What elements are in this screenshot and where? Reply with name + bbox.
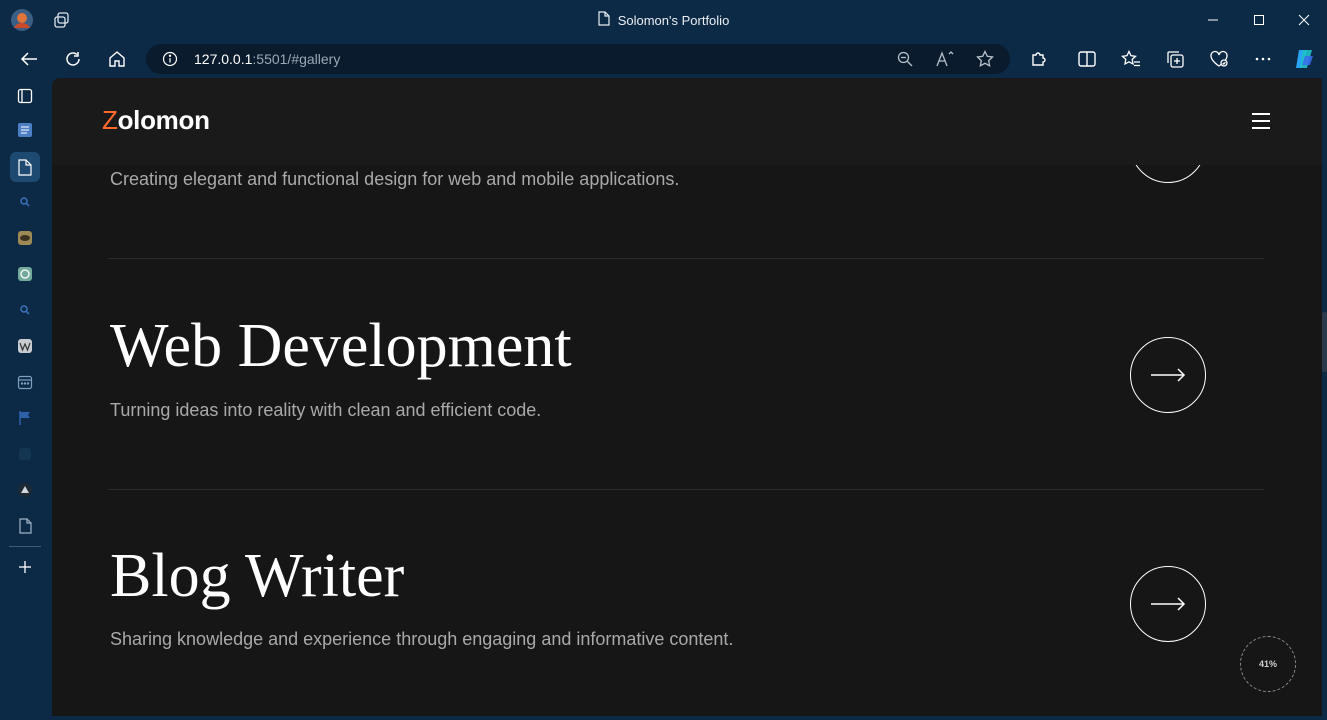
site-header: Zolomon	[52, 78, 1322, 165]
collections-icon[interactable]	[1162, 46, 1188, 72]
minimize-button[interactable]	[1190, 0, 1236, 40]
service-title: Blog Writer	[110, 542, 405, 610]
document-icon[interactable]	[12, 513, 38, 539]
zoom-out-icon[interactable]	[896, 50, 914, 68]
home-icon[interactable]	[104, 46, 130, 72]
sidebar-divider	[9, 546, 41, 547]
url-host: 127.0.0.1	[194, 51, 253, 67]
service-description: Sharing knowledge and experience through…	[110, 629, 734, 649]
add-icon[interactable]	[12, 554, 38, 580]
profile-avatar-icon[interactable]	[10, 8, 34, 32]
menu-icon[interactable]	[1252, 113, 1270, 129]
info-icon[interactable]	[162, 51, 178, 67]
copilot-icon[interactable]	[1292, 46, 1318, 72]
service-arrow-button[interactable]	[1130, 566, 1206, 642]
more-icon[interactable]	[1250, 46, 1276, 72]
flag-icon[interactable]	[12, 405, 38, 431]
app-icon[interactable]	[12, 225, 38, 251]
split-screen-icon[interactable]	[1074, 46, 1100, 72]
service-description: Turning ideas into reality with clean an…	[110, 400, 542, 420]
read-aloud-icon[interactable]	[936, 50, 954, 68]
scroll-progress-indicator[interactable]: 41%	[1240, 636, 1296, 692]
page-viewport: Zolomon Creating elegant and functional …	[52, 78, 1322, 716]
url-path: :5501/#gallery	[252, 51, 341, 67]
service-description: Creating elegant and functional design f…	[110, 169, 680, 189]
chatgpt-icon[interactable]	[12, 261, 38, 287]
logo-text: olomon	[117, 105, 210, 135]
address-bar[interactable]: 127.0.0.1:5501/#gallery	[146, 44, 1010, 74]
tab-actions-icon[interactable]	[12, 83, 38, 109]
window-title: Solomon's Portfolio	[617, 12, 730, 28]
site-logo[interactable]: Zolomon	[102, 105, 210, 136]
browser-sidebar	[0, 78, 52, 720]
title-bar: Solomon's Portfolio	[0, 0, 1327, 40]
favorite-star-icon[interactable]	[976, 50, 994, 68]
workspaces-icon[interactable]	[52, 10, 72, 30]
reading-list-icon[interactable]	[12, 117, 38, 143]
service-divider	[108, 258, 1264, 259]
search-icon[interactable]	[12, 297, 38, 323]
document-icon	[598, 11, 610, 29]
extensions-icon[interactable]	[1026, 46, 1052, 72]
scroll-progress-label: 41%	[1258, 659, 1277, 669]
drive-icon[interactable]	[12, 477, 38, 503]
maximize-button[interactable]	[1236, 0, 1282, 40]
page-icon[interactable]	[10, 152, 40, 182]
service-arrow-button[interactable]	[1130, 337, 1206, 413]
app-icon[interactable]	[12, 441, 38, 467]
wikipedia-icon[interactable]	[12, 333, 38, 359]
url-text[interactable]: 127.0.0.1:5501/#gallery	[194, 51, 340, 67]
favorites-icon[interactable]	[1118, 46, 1144, 72]
search-icon[interactable]	[12, 189, 38, 215]
back-icon[interactable]	[16, 46, 42, 72]
calendar-icon[interactable]	[12, 369, 38, 395]
close-window-button[interactable]	[1281, 0, 1327, 40]
service-divider	[108, 489, 1264, 490]
refresh-icon[interactable]	[60, 46, 86, 72]
logo-initial: Z	[102, 105, 118, 135]
browser-toolbar: 127.0.0.1:5501/#gallery	[0, 40, 1327, 78]
page-scrollbar[interactable]	[1322, 312, 1327, 372]
service-title: Web Development	[110, 312, 572, 380]
browser-essentials-icon[interactable]	[1206, 46, 1232, 72]
